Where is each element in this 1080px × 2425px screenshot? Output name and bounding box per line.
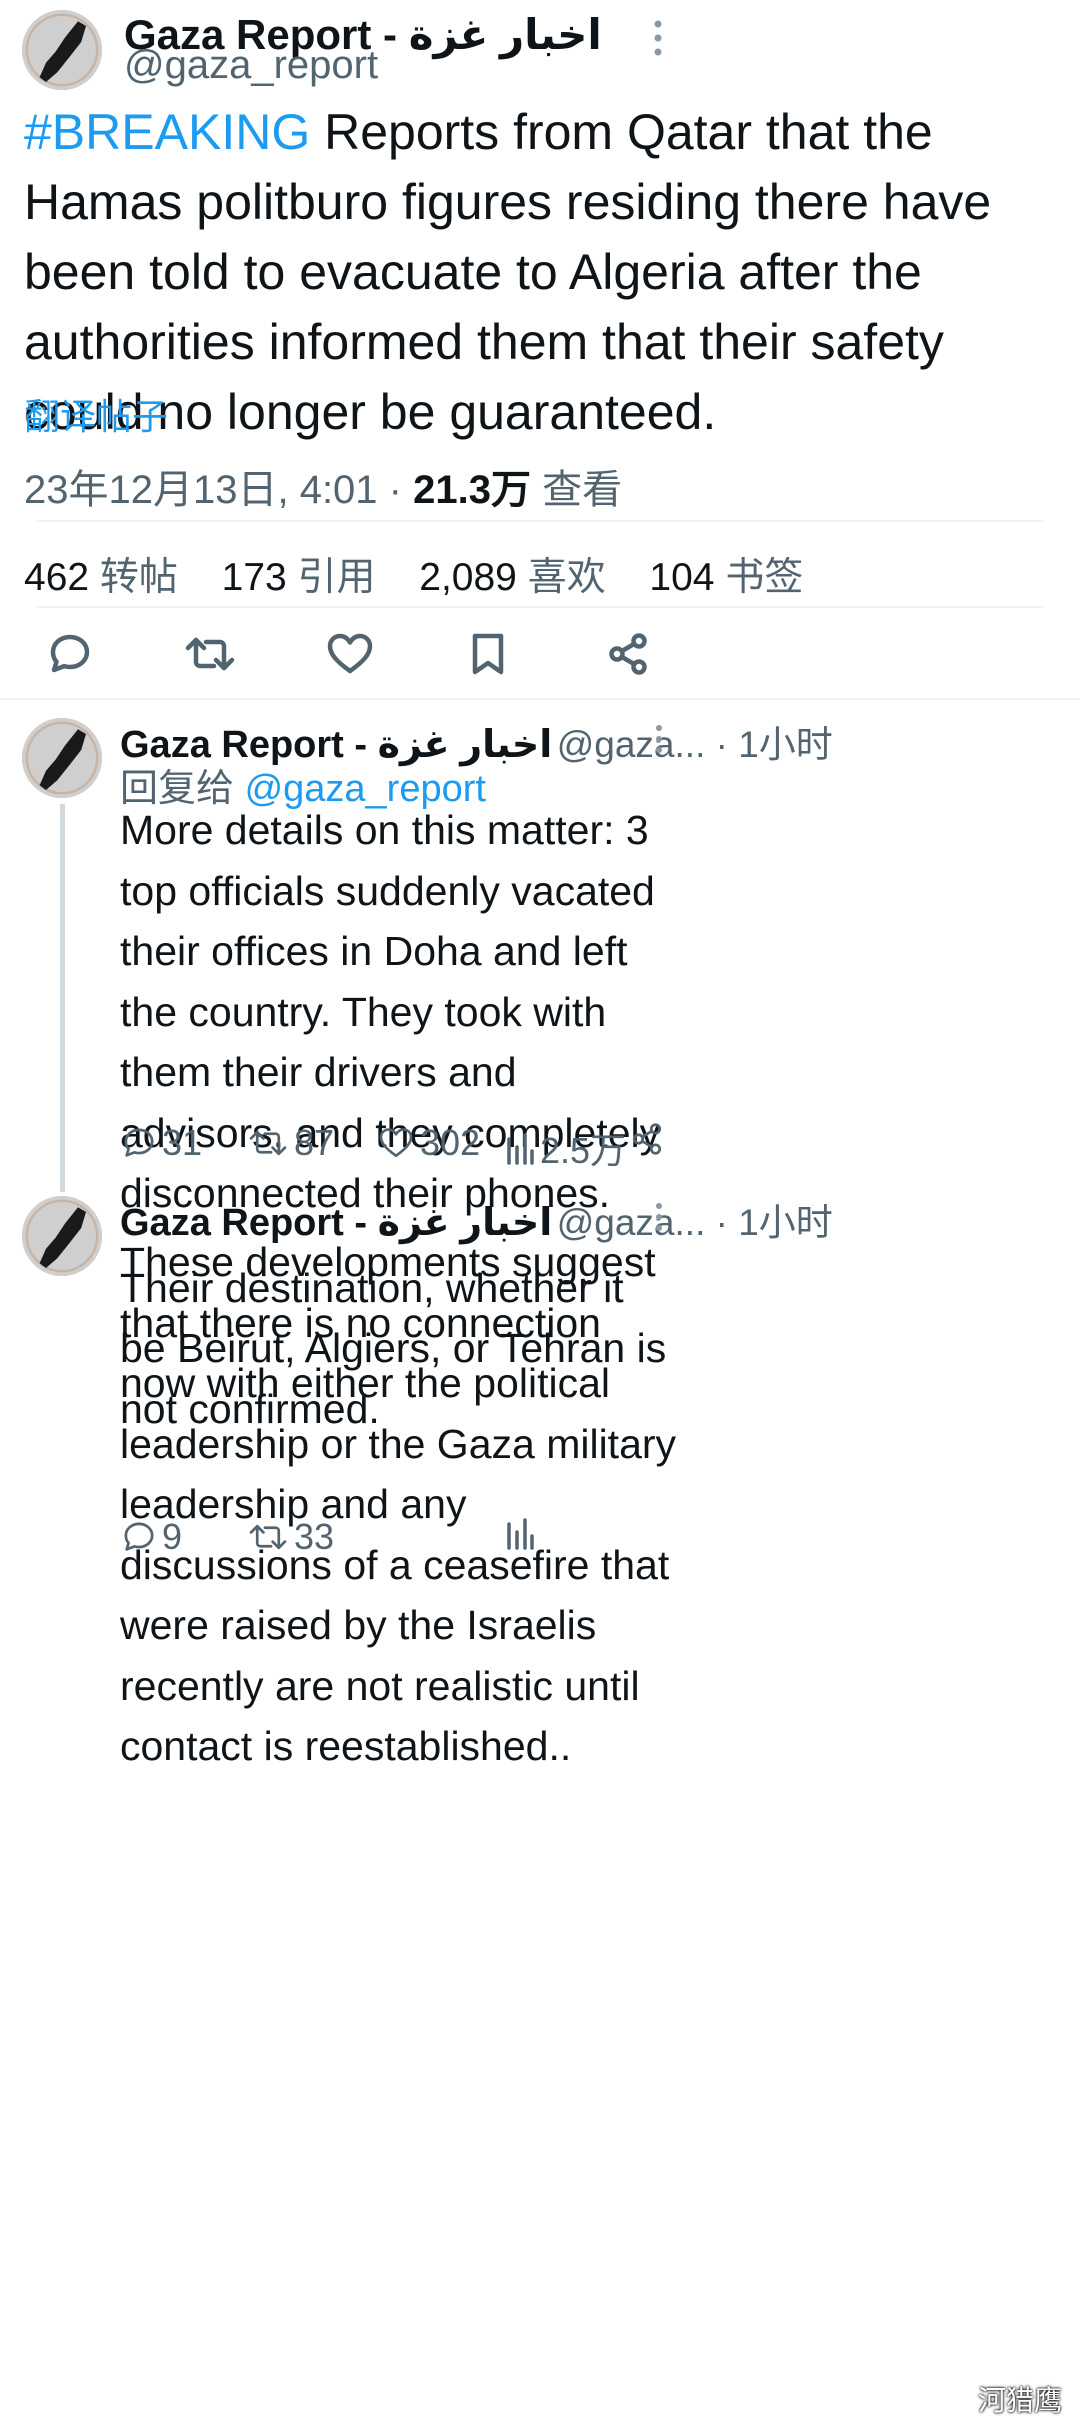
like-icon[interactable] xyxy=(326,632,374,681)
divider xyxy=(36,606,1044,608)
thread-line xyxy=(60,804,65,1192)
retweet-stat[interactable]: 462 转帖 xyxy=(24,556,178,599)
reply-avatar[interactable] xyxy=(22,718,102,798)
reply-handle-time[interactable]: @gaza... · 1小时 xyxy=(557,724,833,765)
reply-action[interactable]: 9 xyxy=(122,1516,182,1558)
like-count: 2,089 xyxy=(419,556,517,599)
views-action[interactable]: 2.5万 xyxy=(506,1122,626,1174)
bookmark-stat[interactable]: 104 书签 xyxy=(649,556,803,599)
retweet-count: 462 xyxy=(24,556,90,599)
views-chart-icon xyxy=(507,1133,534,1165)
retweet-label: 转帖 xyxy=(99,556,178,599)
author-handle[interactable]: @gaza_report xyxy=(124,43,378,88)
gaza-map-avatar-icon xyxy=(22,1196,102,1276)
gaza-map-avatar-icon xyxy=(22,718,102,798)
reply-paragraph: These developments suggest that there is… xyxy=(120,1239,677,1769)
views-action[interactable] xyxy=(506,1516,534,1550)
avatar[interactable] xyxy=(22,10,102,90)
views-chart-icon xyxy=(507,1518,534,1550)
share-icon[interactable] xyxy=(606,632,650,681)
views-count: 21.3万 xyxy=(413,468,531,512)
reply-count: 31 xyxy=(162,1122,203,1163)
reply-action[interactable]: 31 xyxy=(122,1122,202,1164)
more-options-icon[interactable] xyxy=(646,20,670,56)
like-count: 302 xyxy=(420,1122,481,1163)
gaza-map-avatar-icon xyxy=(22,10,102,90)
views-label: 查看 xyxy=(530,468,623,512)
divider xyxy=(36,520,1044,522)
retweet-icon[interactable] xyxy=(184,632,236,681)
retweet-count: 87 xyxy=(294,1122,335,1163)
watermark: 河猎鹰 xyxy=(977,2385,1062,2416)
section-divider xyxy=(0,698,1080,700)
reply-icon xyxy=(124,1128,154,1157)
hashtag-link[interactable]: #BREAKING xyxy=(24,104,310,160)
reply-icon xyxy=(124,1522,154,1551)
like-icon xyxy=(379,1128,413,1158)
tweet-text: #BREAKING Reports from Qatar that the Ha… xyxy=(24,97,1064,447)
quote-count: 173 xyxy=(221,556,287,599)
share-icon xyxy=(632,1123,662,1155)
like-action[interactable]: 302 xyxy=(378,1122,480,1164)
like-label: 喜欢 xyxy=(527,556,606,599)
reply-icon[interactable] xyxy=(48,632,92,681)
like-stat[interactable]: 2,089 喜欢 xyxy=(419,556,605,599)
engagement-stats: 462 转帖 173 引用 2,089 喜欢 104 书签 xyxy=(24,546,803,602)
more-options-icon[interactable] xyxy=(654,724,664,759)
timestamp-row: 23年12月13日, 4:01 · 21.3万 查看 xyxy=(24,457,622,515)
reply-text: These developments suggest that there is… xyxy=(120,1232,680,1777)
retweet-action[interactable]: 87 xyxy=(248,1122,334,1164)
views-count: 2.5万 xyxy=(540,1130,627,1171)
quote-stat[interactable]: 173 引用 xyxy=(222,556,376,599)
retweet-action[interactable]: 33 xyxy=(248,1516,334,1558)
retweet-count: 33 xyxy=(294,1516,335,1557)
bookmark-count: 104 xyxy=(649,556,715,599)
reply-avatar[interactable] xyxy=(22,1196,102,1276)
quote-label: 引用 xyxy=(297,556,376,599)
reply-count: 9 xyxy=(162,1516,183,1557)
translate-post-link[interactable]: 翻译帖子 xyxy=(24,388,168,440)
retweet-icon xyxy=(249,1130,287,1156)
timestamp[interactable]: 23年12月13日, 4:01 · xyxy=(24,468,413,512)
share-action[interactable] xyxy=(630,1122,664,1156)
retweet-icon xyxy=(249,1524,287,1550)
bookmark-icon[interactable] xyxy=(470,632,506,681)
bookmark-label: 书签 xyxy=(725,556,804,599)
